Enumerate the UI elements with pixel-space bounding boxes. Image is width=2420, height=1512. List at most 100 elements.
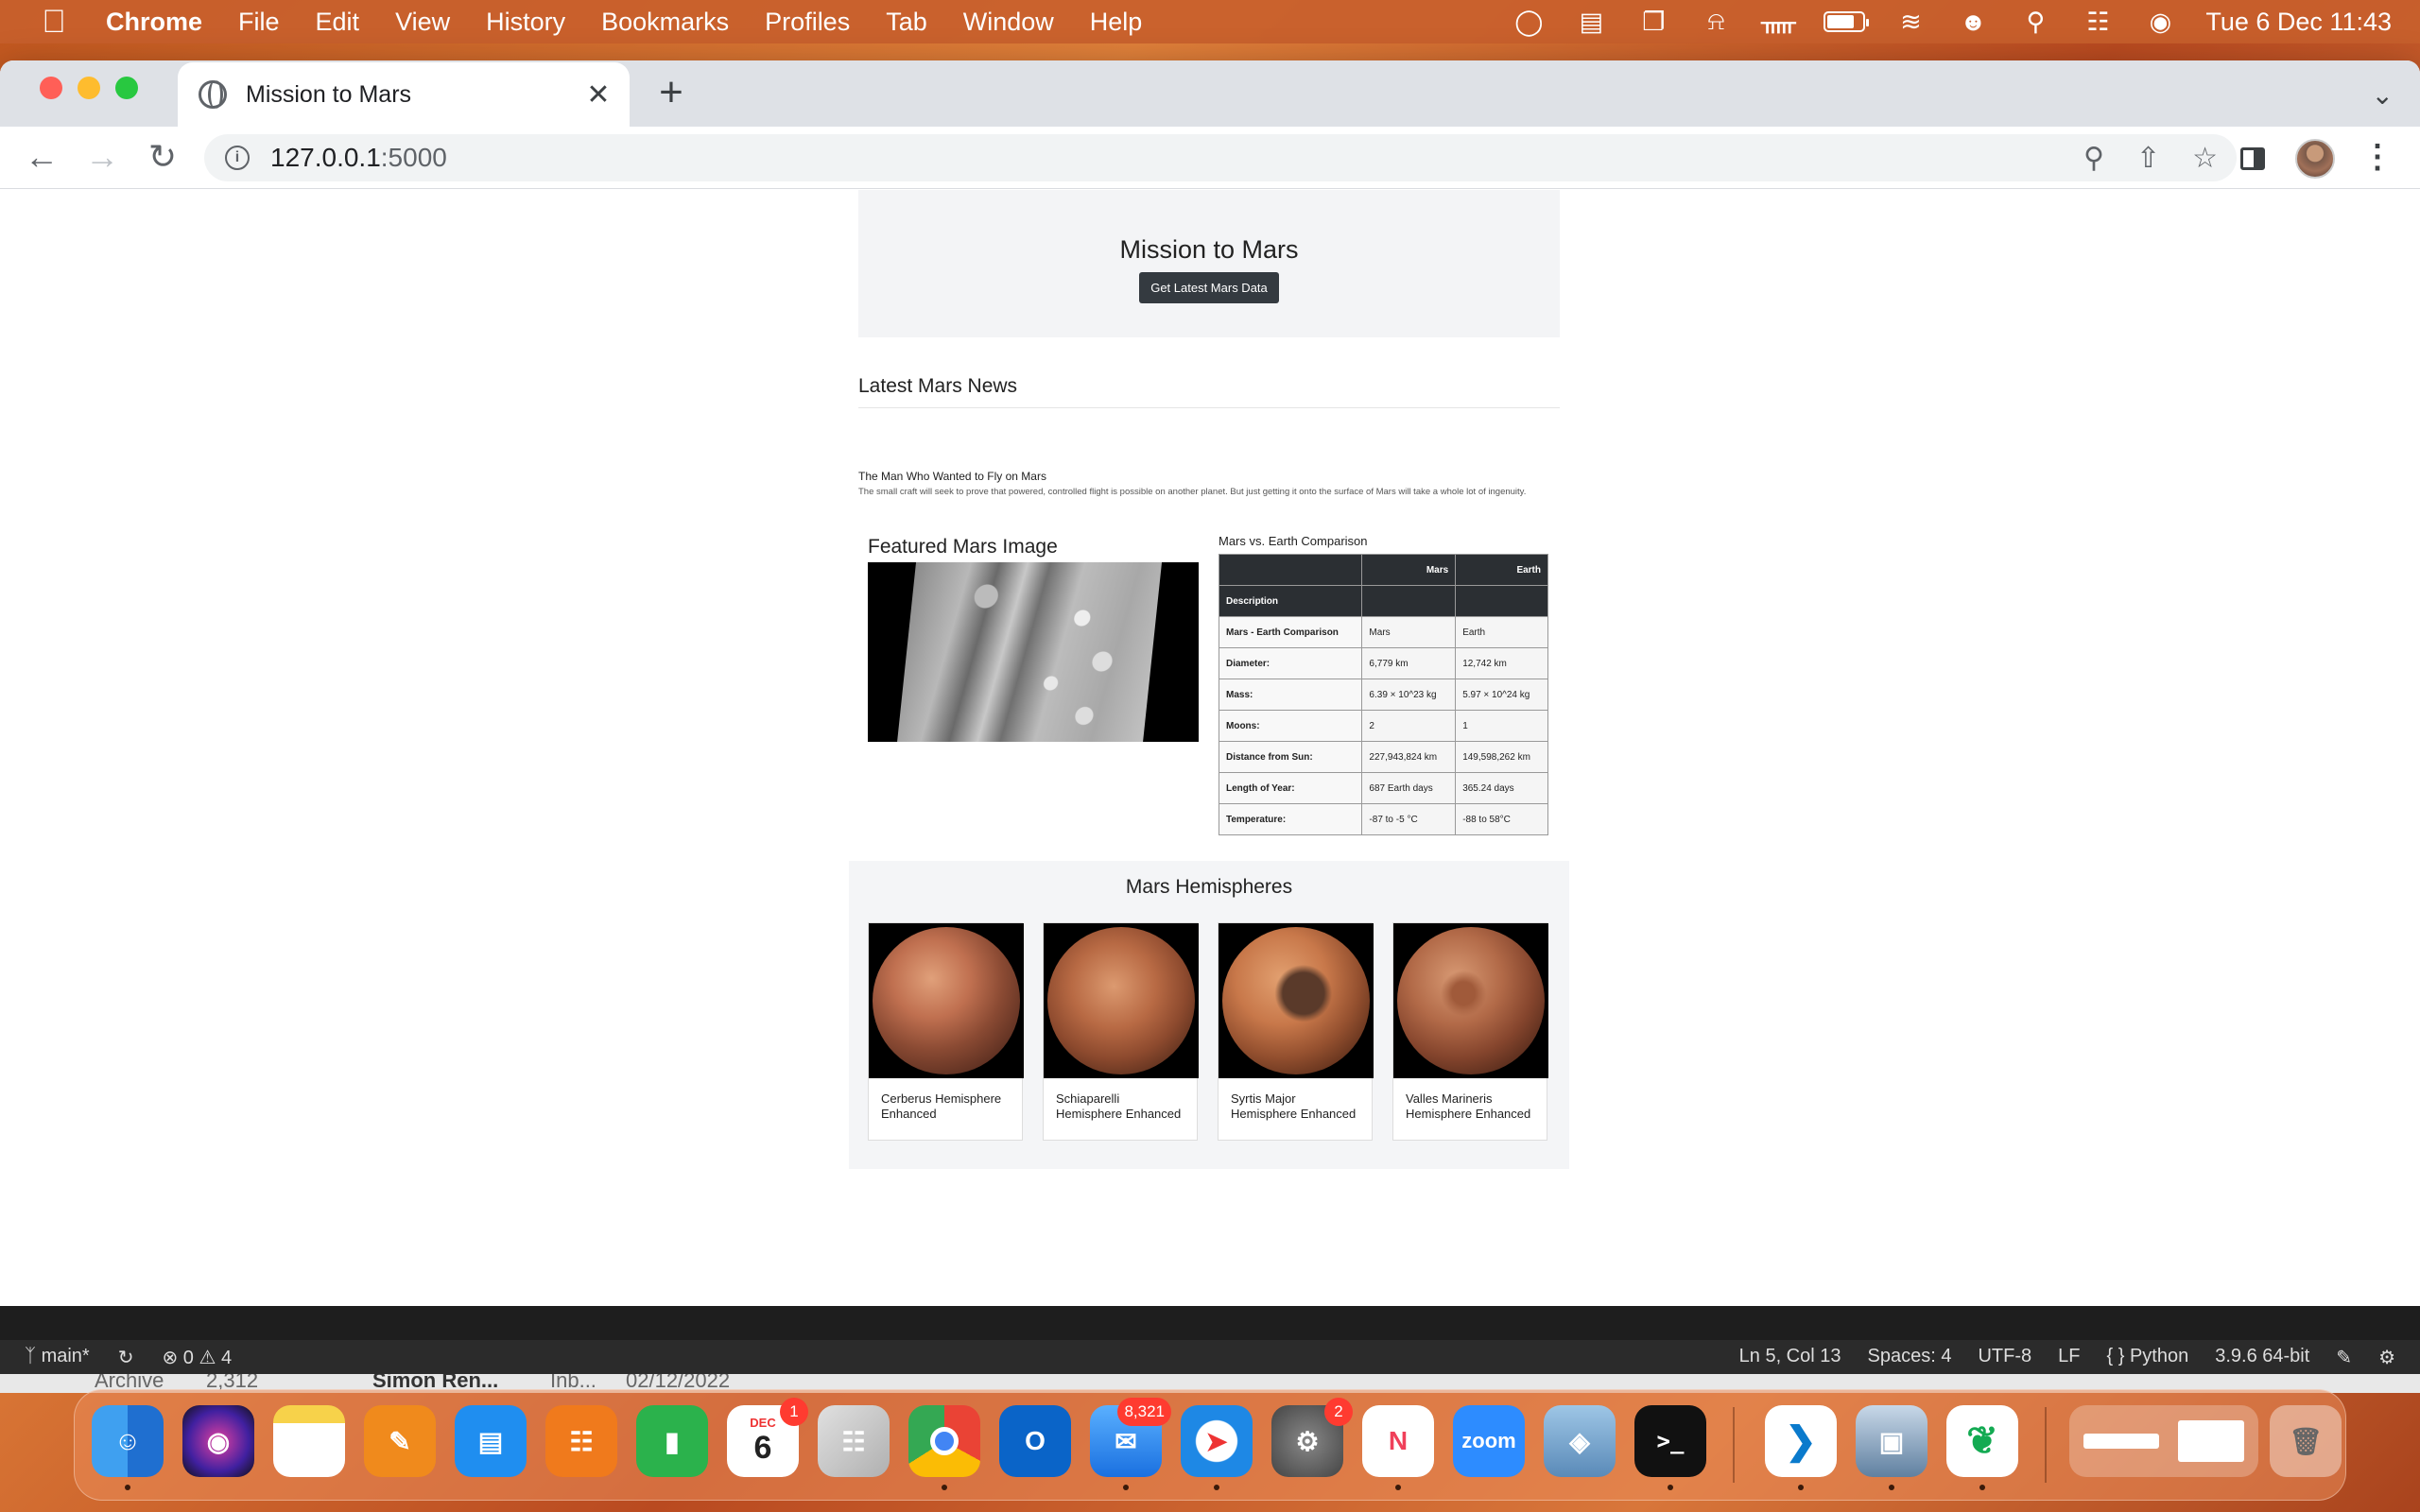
- menu-tab[interactable]: Tab: [886, 8, 927, 37]
- url-text[interactable]: 127.0.0.1:5000: [270, 143, 447, 173]
- fact-earth: Earth: [1455, 616, 1548, 648]
- line-ending[interactable]: LF: [2058, 1346, 2080, 1369]
- site-info-icon[interactable]: i: [225, 146, 250, 170]
- hemisphere-image[interactable]: [1219, 923, 1374, 1078]
- hemisphere-card-cerberus[interactable]: Cerberus Hemisphere Enhanced: [868, 922, 1024, 1141]
- menu-help[interactable]: Help: [1090, 8, 1143, 37]
- language-name: Python: [2129, 1345, 2189, 1366]
- hemisphere-image[interactable]: [1393, 923, 1548, 1078]
- keynote-icon[interactable]: ▤: [455, 1405, 527, 1477]
- hemisphere-card-schiaparelli[interactable]: Schiaparelli Hemisphere Enhanced: [1043, 922, 1199, 1141]
- battery-icon[interactable]: [1824, 11, 1870, 32]
- python-interpreter[interactable]: 3.9.6 64-bit: [2215, 1346, 2309, 1369]
- side-panel-icon[interactable]: [2240, 147, 2265, 170]
- new-tab-button[interactable]: +: [652, 72, 690, 113]
- encoding[interactable]: UTF-8: [1978, 1346, 2031, 1369]
- menu-clock[interactable]: Tue 6 Dec 11:43: [2205, 8, 2392, 37]
- chrome-menu-icon[interactable]: ⋮: [2361, 136, 2394, 178]
- wifi-icon[interactable]: ≋: [1893, 8, 1927, 36]
- safari-icon[interactable]: ➤: [1181, 1405, 1253, 1490]
- control-center-icon[interactable]: ☷: [2081, 8, 2115, 36]
- siri-app-icon[interactable]: ◉: [182, 1405, 254, 1477]
- fact-label: Distance from Sun:: [1218, 741, 1363, 773]
- calendar-menu-icon[interactable]: ▤: [1574, 8, 1608, 36]
- notes-icon[interactable]: [273, 1405, 345, 1477]
- hemisphere-title: Schiaparelli Hemisphere Enhanced: [1056, 1091, 1182, 1121]
- zoom-app-icon[interactable]: zoom: [1453, 1405, 1525, 1477]
- spotlight-search-icon[interactable]: ⚲: [2018, 8, 2052, 36]
- fact-mars: 6,779 km: [1361, 647, 1457, 679]
- bookmark-star-icon[interactable]: ☆: [2192, 142, 2218, 175]
- window-minimize-button[interactable]: [78, 77, 100, 99]
- hemisphere-image[interactable]: [869, 923, 1024, 1078]
- reload-icon[interactable]: ↻: [142, 136, 183, 178]
- back-arrow-icon[interactable]: ←: [21, 136, 62, 178]
- headphones-icon[interactable]: ⍾: [1699, 7, 1733, 36]
- table-row: Mars - Earth Comparison Mars Earth: [1218, 616, 1548, 648]
- menu-view[interactable]: View: [395, 8, 450, 37]
- cursor-position[interactable]: Ln 5, Col 13: [1739, 1346, 1841, 1369]
- menu-profiles[interactable]: Profiles: [765, 8, 850, 37]
- fact-label: Length of Year:: [1218, 772, 1363, 804]
- hemisphere-card-syrtis-major[interactable]: Syrtis Major Hemisphere Enhanced: [1218, 922, 1374, 1141]
- sync-icon[interactable]: ↻: [118, 1346, 134, 1369]
- zoom-magnifier-icon[interactable]: ⚲: [2083, 142, 2104, 175]
- trash-icon[interactable]: 🗑: [2270, 1405, 2342, 1477]
- indentation[interactable]: Spaces: 4: [1868, 1346, 1952, 1369]
- language-mode[interactable]: { } Python: [2106, 1346, 2188, 1369]
- window-close-button[interactable]: [40, 77, 62, 99]
- menu-history[interactable]: History: [486, 8, 565, 37]
- books-icon[interactable]: ☷: [545, 1405, 617, 1477]
- problems-indicator[interactable]: ⊗ 0 ⚠ 4: [162, 1346, 232, 1369]
- git-branch[interactable]: ᛉ main*: [25, 1346, 90, 1369]
- pages-icon[interactable]: ✎: [364, 1405, 436, 1477]
- terminal-icon[interactable]: >_: [1634, 1405, 1706, 1490]
- menu-file[interactable]: File: [238, 8, 280, 37]
- vscode-icon[interactable]: ❯: [1765, 1405, 1837, 1490]
- preview-app-icon[interactable]: ▣: [1856, 1405, 1927, 1490]
- finder-icon[interactable]: ☺: [92, 1405, 164, 1490]
- browser-toolbar: ← → ↻ i 127.0.0.1:5000 ⚲ ⇧ ☆ ⋮: [0, 127, 2420, 189]
- recent-windows-stack[interactable]: [2069, 1405, 2258, 1477]
- menu-bookmarks[interactable]: Bookmarks: [601, 8, 729, 37]
- postgres-elephant-icon[interactable]: ◈: [1544, 1405, 1616, 1477]
- launchpad-icon[interactable]: ☷: [818, 1405, 890, 1477]
- tab-search-chevron-icon[interactable]: ⌄: [2372, 79, 2394, 111]
- branch-name: main*: [41, 1345, 90, 1366]
- mail-icon[interactable]: ✉ 8,321: [1090, 1398, 1171, 1490]
- bluetooth-icon[interactable]: ᚅ: [1761, 8, 1796, 36]
- scrape-button[interactable]: Get Latest Mars Data: [1139, 272, 1279, 303]
- hemisphere-card-valles-marineris[interactable]: Valles Marineris Hemisphere Enhanced: [1392, 922, 1548, 1141]
- menu-app-chrome[interactable]: Chrome: [106, 8, 202, 37]
- menu-bar:  Chrome File Edit View History Bookmark…: [0, 0, 2420, 43]
- numbers-icon[interactable]: ▮: [636, 1405, 708, 1477]
- facts-header-blank: [1218, 554, 1363, 586]
- forward-arrow-icon[interactable]: →: [81, 136, 123, 178]
- chrome-app-icon[interactable]: [908, 1405, 980, 1490]
- window-stack-icon[interactable]: ❐: [1636, 8, 1670, 36]
- facts-header-mars: Mars: [1361, 554, 1457, 586]
- tab-mission-to-mars[interactable]: Mission to Mars ✕: [178, 62, 630, 127]
- notifications-bell-icon[interactable]: ⚙: [2378, 1346, 2395, 1369]
- tab-close-icon[interactable]: ✕: [584, 78, 613, 112]
- address-bar[interactable]: i 127.0.0.1:5000 ⚲ ⇧ ☆: [204, 134, 2237, 181]
- hemisphere-image[interactable]: [1044, 923, 1199, 1078]
- mongodb-leaf-icon[interactable]: ❦: [1946, 1405, 2018, 1490]
- calendar-icon[interactable]: DEC 6 1: [727, 1398, 808, 1477]
- omnibox-actions: ⚲ ⇧ ☆: [2083, 134, 2218, 181]
- apple-icon[interactable]: : [32, 4, 76, 41]
- menu-edit[interactable]: Edit: [316, 8, 360, 37]
- user-account-icon[interactable]: ☻: [1956, 8, 1990, 36]
- siri-icon[interactable]: ◉: [2143, 8, 2177, 36]
- outlook-icon[interactable]: O: [999, 1405, 1071, 1477]
- feedback-icon[interactable]: ✎: [2336, 1346, 2352, 1369]
- window-zoom-button[interactable]: [115, 77, 138, 99]
- share-icon[interactable]: ⇧: [2136, 142, 2160, 175]
- menu-window[interactable]: Window: [963, 8, 1054, 37]
- news-app-icon[interactable]: N: [1362, 1405, 1434, 1490]
- fact-label: Temperature:: [1218, 803, 1363, 835]
- creative-cloud-icon[interactable]: ◯: [1512, 8, 1546, 36]
- system-preferences-icon[interactable]: ⚙ 2: [1271, 1398, 1353, 1477]
- table-row: Length of Year: 687 Earth days 365.24 da…: [1218, 772, 1548, 804]
- profile-avatar[interactable]: [2295, 139, 2335, 179]
